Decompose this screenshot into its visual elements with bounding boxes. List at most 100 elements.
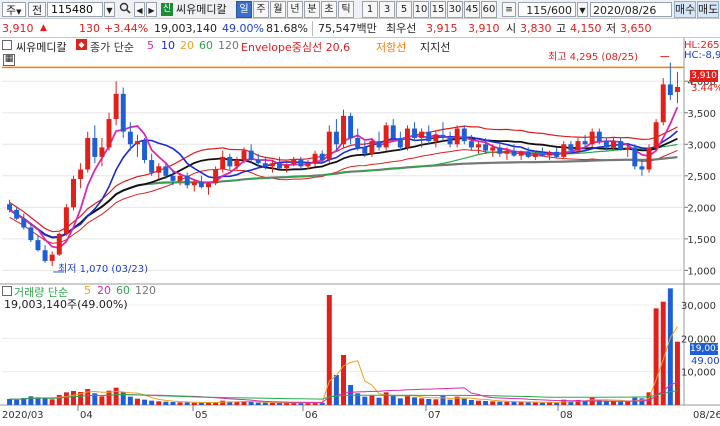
- list-icon[interactable]: ≡: [502, 2, 516, 17]
- candle-body: [611, 141, 616, 148]
- volume-bar: [170, 402, 176, 405]
- candle-body: [191, 182, 197, 186]
- volume-bar: [120, 392, 126, 405]
- candle-body: [213, 169, 219, 184]
- volume-bar: [625, 401, 631, 405]
- volume-bar: [56, 395, 62, 405]
- candle-body: [248, 150, 254, 161]
- period-button-30[interactable]: 30: [447, 1, 463, 18]
- candle-body: [134, 141, 140, 145]
- divider: [312, 21, 313, 36]
- period-button-일[interactable]: 일: [236, 1, 252, 18]
- period-button-주[interactable]: 주: [253, 1, 269, 18]
- vol-ma120-label: 120: [135, 284, 156, 297]
- search-icon[interactable]: [118, 2, 132, 17]
- price-volume-chart[interactable]: 1,0001,5002,0002,5003,0003,5004,00010,00…: [0, 38, 720, 423]
- open-price: 3,830: [520, 22, 552, 35]
- sell-button[interactable]: 매도: [697, 1, 719, 18]
- volume-bar: [390, 395, 396, 405]
- volume-bar: [206, 402, 211, 405]
- volume-bar: [468, 400, 474, 405]
- chevron-down-icon[interactable]: ▼: [577, 2, 588, 17]
- candle-body: [582, 141, 588, 145]
- x-tick-label: 04: [80, 410, 93, 421]
- candle-body: [447, 137, 453, 145]
- candle-body: [277, 163, 283, 169]
- period-button-3[interactable]: 3: [379, 1, 395, 18]
- volume-bar: [611, 401, 616, 405]
- period-button-15[interactable]: 15: [430, 1, 446, 18]
- candle-body: [49, 254, 55, 261]
- period-button-년[interactable]: 년: [287, 1, 303, 18]
- grid-icon[interactable]: ▦: [3, 54, 15, 66]
- candle-body: [476, 144, 481, 148]
- price-tick-label: 3,500: [687, 109, 716, 120]
- price-tick-label: 3,000: [687, 140, 716, 151]
- candle-body: [369, 141, 375, 154]
- volume-bar: [134, 398, 140, 405]
- volume-bar: [99, 396, 105, 405]
- volume-bar: [397, 398, 403, 405]
- volume-bar: [255, 402, 261, 405]
- prev-button[interactable]: 전: [28, 2, 46, 17]
- candle-body: [461, 128, 467, 142]
- trade-amount: 75,547백만: [318, 22, 377, 35]
- candle-body: [660, 84, 666, 123]
- candle-body: [412, 128, 418, 138]
- candle-body: [468, 141, 474, 148]
- buy-button[interactable]: 매수: [674, 1, 696, 18]
- candle-body: [56, 233, 62, 255]
- period-button-분[interactable]: 분: [304, 1, 320, 18]
- period-button-1[interactable]: 1: [362, 1, 378, 18]
- chart-background: [0, 38, 720, 423]
- panel-toggle-icon[interactable]: [2, 40, 12, 50]
- chevron-left-icon[interactable]: ◀: [134, 2, 145, 17]
- candle-body: [341, 115, 346, 145]
- current-price: 3,910: [2, 22, 34, 35]
- price-tick-label: 1,000: [687, 266, 716, 277]
- stock-code-input[interactable]: [47, 2, 103, 17]
- volume-bar: [198, 402, 204, 405]
- candle-body: [63, 207, 69, 234]
- candle-body: [170, 175, 176, 181]
- chart-area[interactable]: 1,000 1,500 2,000 2,500 3,000 3,500 4,000 10,00…: [0, 38, 720, 423]
- market-label: 주: [6, 4, 17, 17]
- period-button-월[interactable]: 월: [270, 1, 286, 18]
- best-bid: 3,910: [468, 22, 500, 35]
- panel-toggle-icon[interactable]: [2, 286, 12, 296]
- volume-bar: [440, 395, 446, 405]
- candle-body: [596, 131, 602, 142]
- period-button-60[interactable]: 60: [481, 1, 497, 18]
- period-button-틱[interactable]: 틱: [338, 1, 354, 18]
- candle-body: [554, 151, 560, 157]
- period-buttons: 일주월년분초틱: [236, 1, 360, 18]
- volume-bar: [333, 375, 339, 405]
- volume-bar: [667, 288, 673, 405]
- count-field[interactable]: 115/600: [518, 2, 576, 17]
- period-button-45[interactable]: 45: [464, 1, 480, 18]
- chevron-down-icon[interactable]: ▼: [104, 2, 115, 17]
- candle-body: [433, 134, 439, 142]
- volume-bar: [419, 398, 425, 405]
- up-triangle-icon: ▲: [40, 23, 47, 33]
- volume-bar: [376, 397, 382, 405]
- volume-pct-tag: 49.00%: [691, 356, 720, 367]
- volume-bar: [7, 399, 13, 405]
- volume-bar: [404, 395, 410, 405]
- period-button-5[interactable]: 5: [396, 1, 412, 18]
- high-annotation: 최고 4,295 (08/25): [548, 52, 639, 63]
- candle-body: [539, 153, 545, 156]
- hc-readout: HC:-8,9: [684, 50, 720, 61]
- candle-body: [92, 137, 98, 157]
- chevron-right-icon[interactable]: ▶: [146, 2, 157, 17]
- period-button-10[interactable]: 10: [413, 1, 429, 18]
- volume-bar: [269, 402, 275, 405]
- chevron-down-icon: ▼: [16, 8, 22, 16]
- candle-body: [532, 153, 538, 157]
- period-button-초[interactable]: 초: [321, 1, 337, 18]
- date-field[interactable]: 2020/08/26: [590, 2, 672, 17]
- volume-bar: [71, 391, 76, 405]
- price-tag: 3,910: [690, 70, 718, 82]
- market-select[interactable]: 주▼: [2, 2, 26, 17]
- x-tick-label: 07: [428, 410, 441, 421]
